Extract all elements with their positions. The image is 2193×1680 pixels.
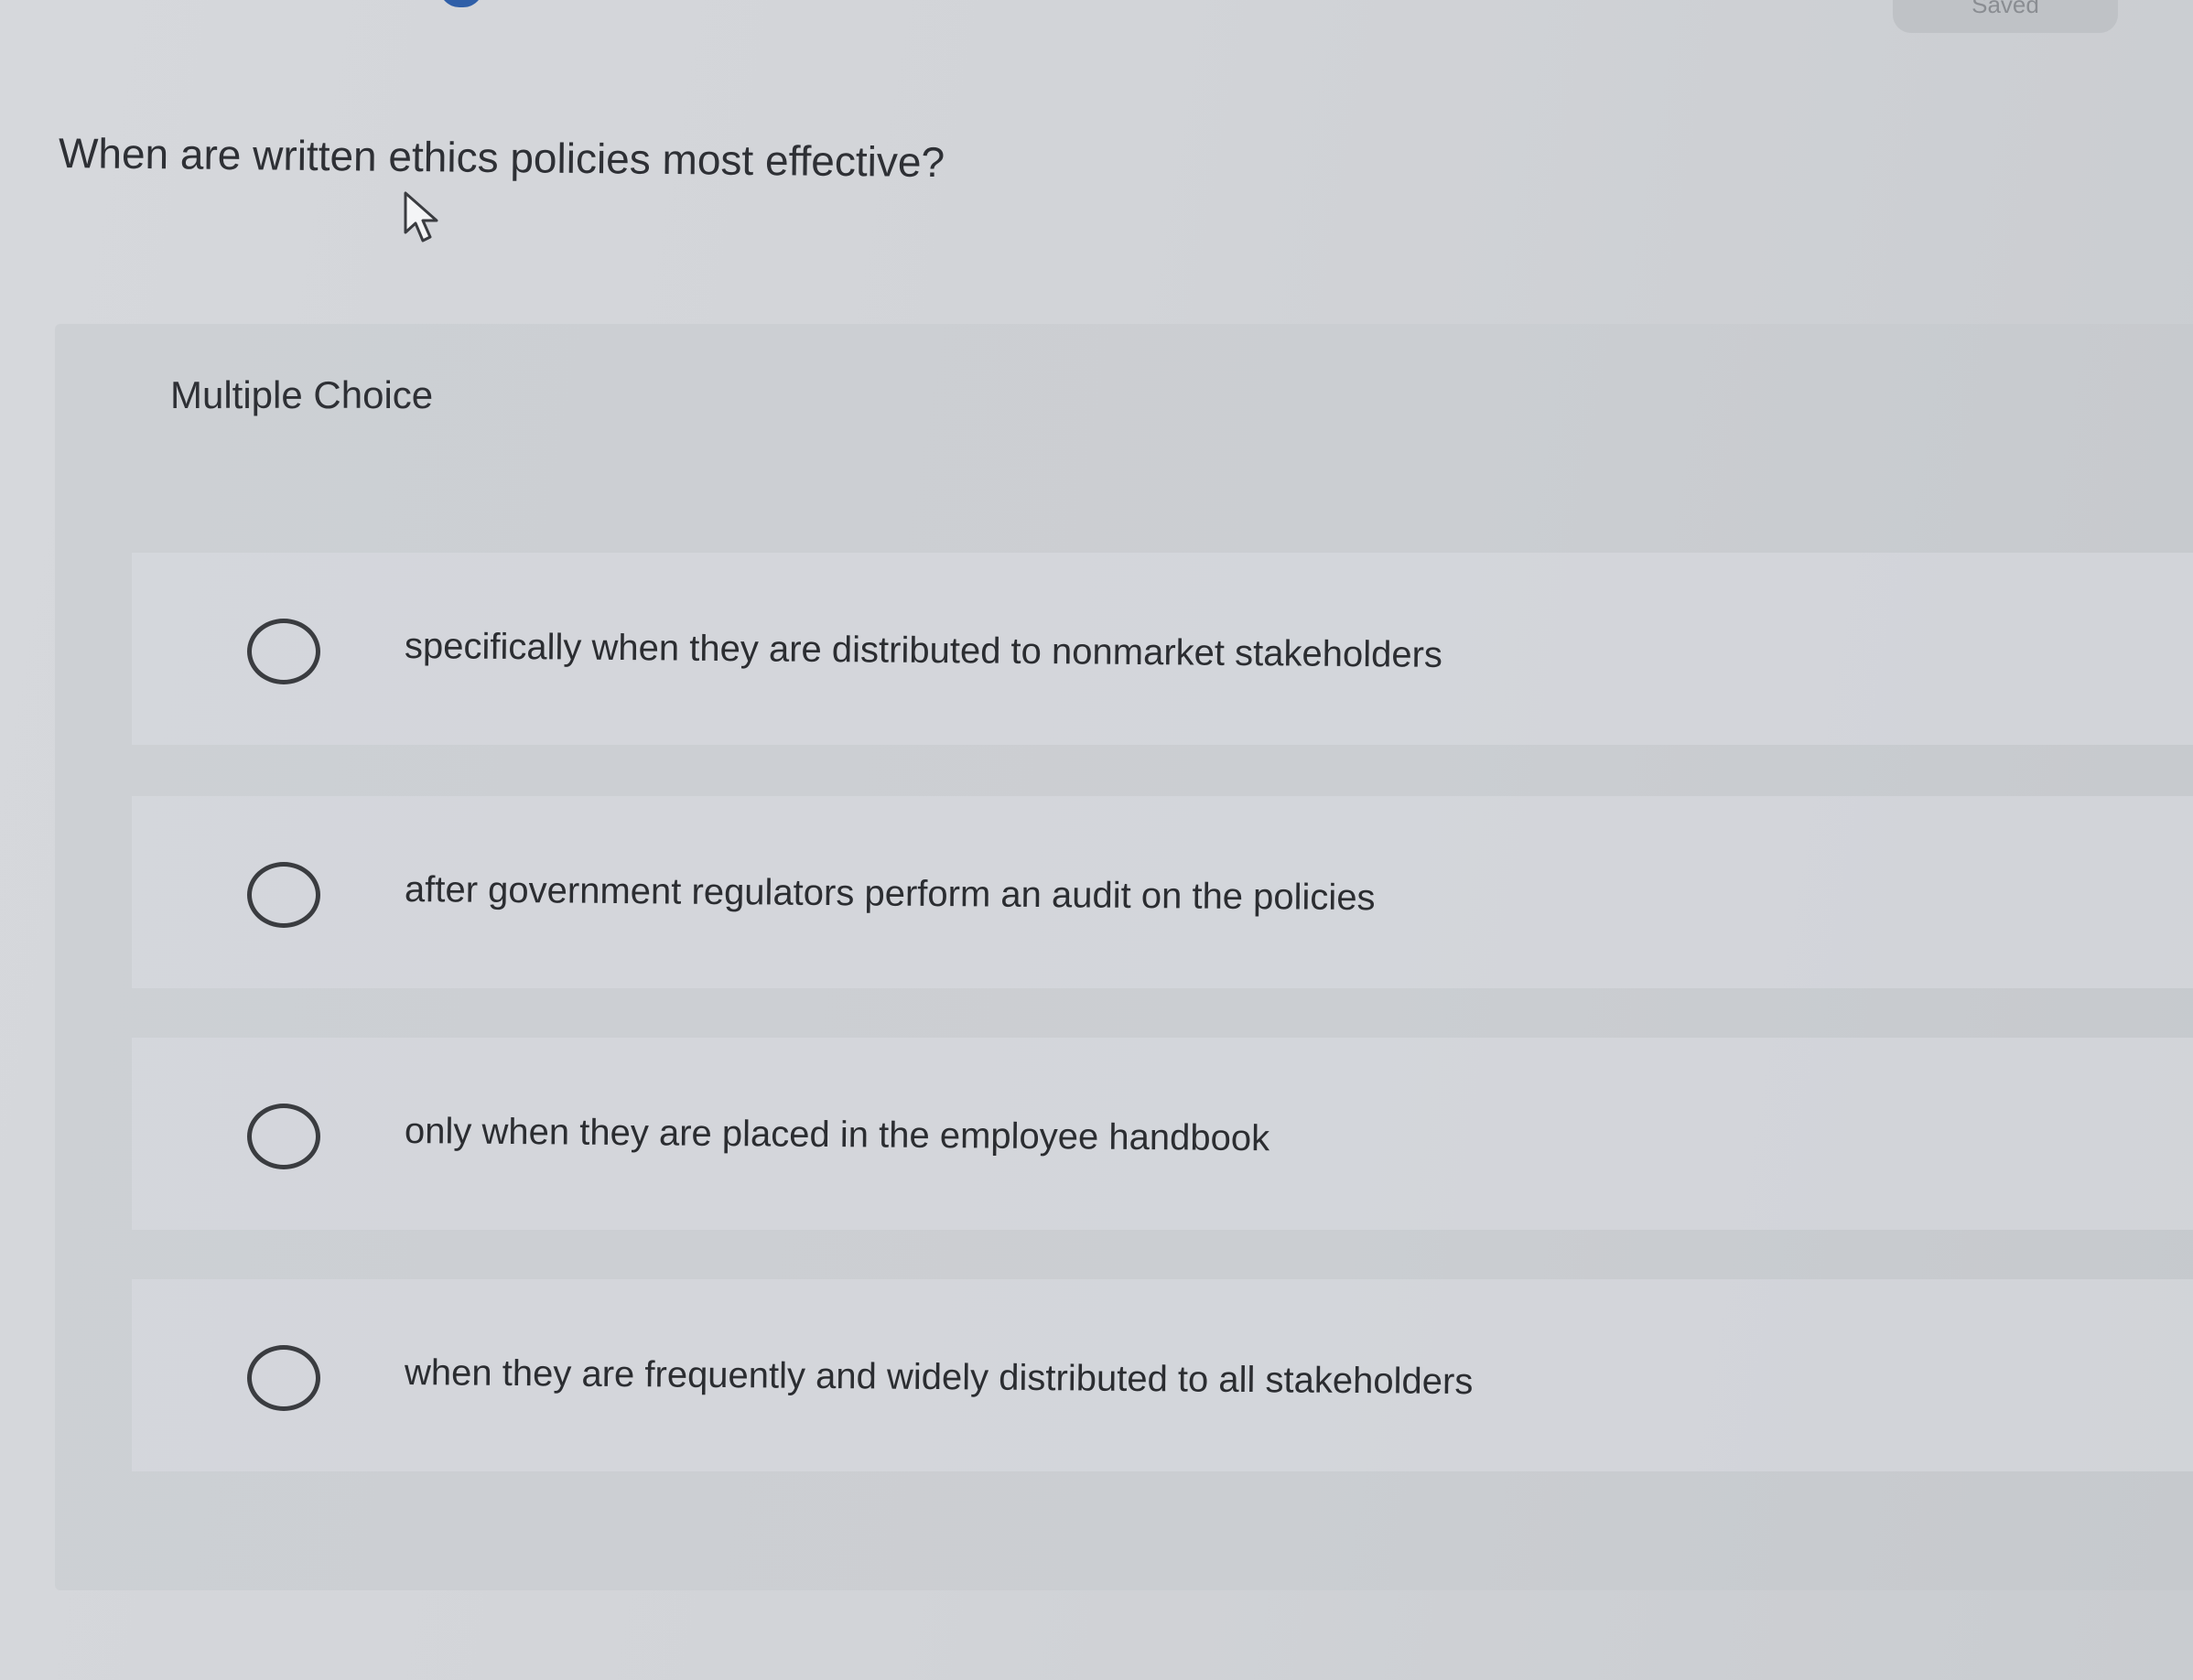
choice-label: when they are frequently and widely dist… [404,1352,1474,1403]
saved-status-label: Saved [1972,0,2039,18]
multiple-choice-card: Multiple Choice specifically when they a… [55,324,2193,1590]
progress-indicator [439,0,483,7]
radio-button-icon[interactable] [247,1345,320,1411]
choice-option-4[interactable]: when they are frequently and widely dist… [132,1279,2193,1471]
choice-option-3[interactable]: only when they are placed in the employe… [132,1038,2193,1230]
radio-button-icon[interactable] [247,1104,320,1169]
radio-button-icon[interactable] [247,862,320,928]
choice-label: specifically when they are distributed t… [404,626,1443,675]
choice-option-1[interactable]: specifically when they are distributed t… [132,553,2193,745]
saved-status-badge: Saved [1893,0,2118,33]
choice-option-2[interactable]: after government regulators perform an a… [132,796,2193,988]
choice-label: only when they are placed in the employe… [404,1111,1270,1159]
question-prompt: When are written ethics policies most ef… [58,129,945,187]
mouse-pointer-icon [404,191,438,242]
choice-label: after government regulators perform an a… [404,869,1376,919]
question-type-label: Multiple Choice [170,373,434,416]
radio-button-icon[interactable] [247,619,320,684]
